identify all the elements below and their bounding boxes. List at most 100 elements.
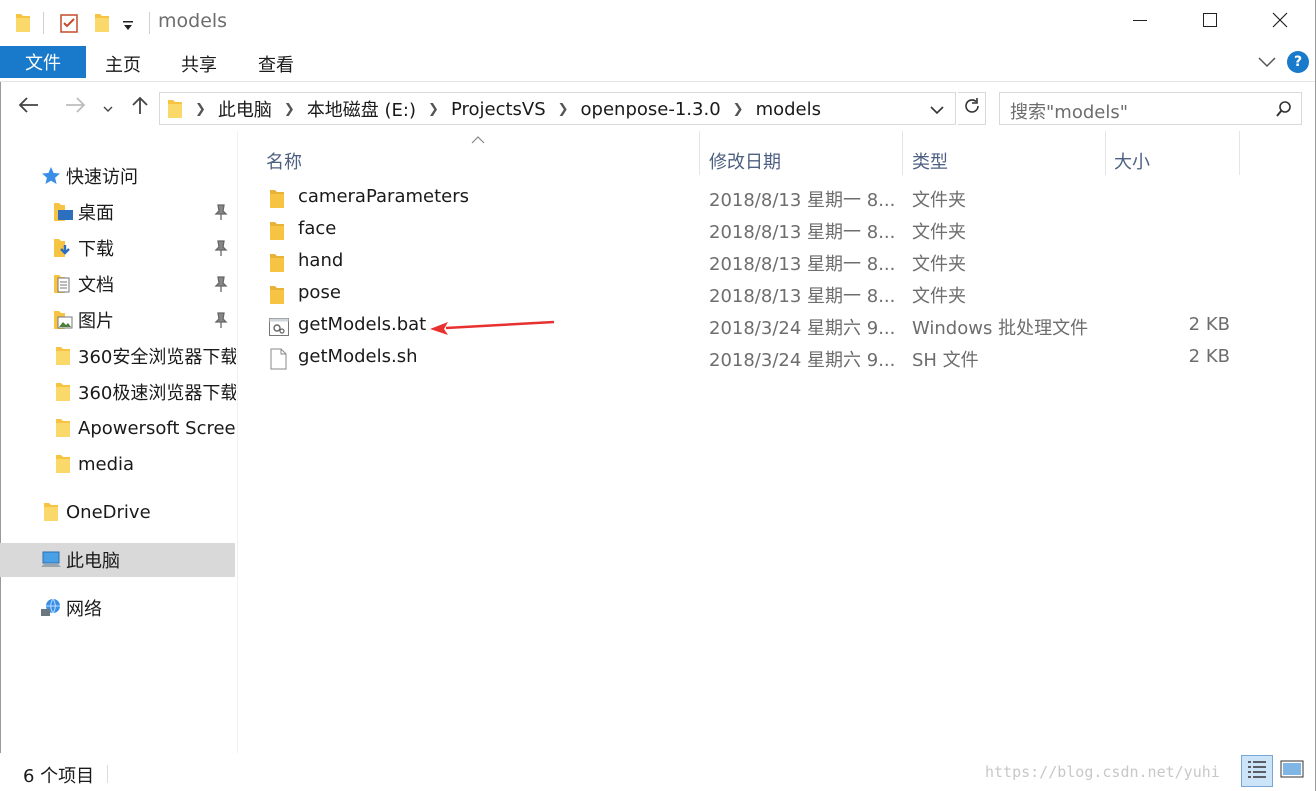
back-button[interactable] — [16, 95, 42, 119]
pin-icon[interactable] — [214, 311, 228, 329]
chevron-right-icon[interactable]: ❯ — [733, 102, 744, 117]
pin-icon[interactable] — [214, 203, 228, 221]
refresh-button[interactable] — [958, 92, 986, 125]
folder-icon — [268, 252, 290, 274]
file-row[interactable]: cameraParameters 2018/8/13 星期一 8... 文件夹 — [262, 183, 1262, 215]
file-name: pose — [298, 282, 341, 303]
large-icons-view-button[interactable] — [1276, 755, 1308, 787]
tab-view[interactable]: 查看 — [258, 51, 294, 77]
annotation-arrow-icon — [428, 318, 556, 343]
computer-icon — [40, 549, 62, 571]
file-row[interactable]: getModels.sh 2018/3/24 星期六 9... SH 文件 2 … — [262, 343, 1262, 375]
column-divider[interactable] — [1239, 131, 1240, 175]
file-type: 文件夹 — [912, 286, 966, 307]
breadcrumb-item[interactable]: models — [756, 99, 821, 120]
file-name: getModels.bat — [298, 314, 427, 335]
breadcrumb-item[interactable]: ProjectsVS — [451, 99, 546, 120]
pin-icon[interactable] — [214, 239, 228, 257]
column-divider[interactable] — [902, 131, 903, 175]
status-separator — [107, 765, 108, 783]
file-list: 名称 修改日期 类型 大小 cameraParameters 2018/8/13… — [238, 131, 1316, 753]
file-row[interactable]: hand 2018/8/13 星期一 8... 文件夹 — [262, 247, 1262, 279]
desktop-folder-icon — [52, 201, 74, 223]
recent-locations-button[interactable] — [98, 95, 118, 119]
file-type: 文件夹 — [912, 190, 966, 211]
file-row[interactable]: face 2018/8/13 星期一 8... 文件夹 — [262, 215, 1262, 247]
search-icon[interactable] — [1275, 100, 1293, 123]
column-header-size[interactable]: 大小 — [1106, 141, 1238, 181]
chevron-right-icon[interactable]: ❯ — [428, 102, 439, 117]
column-header-date[interactable]: 修改日期 — [701, 141, 901, 181]
minimize-button[interactable] — [1105, 0, 1175, 44]
nav-item-this-pc[interactable]: 此电脑 — [0, 543, 235, 577]
file-row[interactable]: pose 2018/8/13 星期一 8... 文件夹 — [262, 279, 1262, 311]
nav-item-recent-2[interactable]: 360极速浏览器下载 — [52, 375, 236, 409]
navigation-bar: ❯ 此电脑 ❯ 本地磁盘 (E:) ❯ ProjectsVS ❯ openpos… — [0, 83, 1316, 131]
star-icon — [40, 165, 62, 187]
nav-item-documents[interactable]: 文档 — [52, 267, 114, 301]
nav-item-downloads[interactable]: 下载 — [52, 231, 114, 265]
nav-item-recent-3[interactable]: Apowersoft Screen — [52, 411, 236, 445]
search-box[interactable]: 搜索"models" — [999, 92, 1302, 125]
help-button[interactable]: ? — [1287, 51, 1309, 73]
breadcrumb-item[interactable]: 此电脑 — [218, 96, 272, 122]
folder-icon — [14, 12, 32, 39]
nav-item-label: 快速访问 — [66, 167, 138, 188]
status-bar: 6 个项目 https://blog.csdn.net/yuhi — [0, 753, 1316, 791]
search-input[interactable]: 搜索"models" — [1010, 98, 1128, 124]
up-button[interactable] — [127, 95, 153, 119]
nav-item-label: 360极速浏览器下载 — [78, 383, 236, 404]
tab-home[interactable]: 主页 — [105, 51, 141, 77]
nav-item-label: media — [78, 453, 135, 475]
close-button[interactable] — [1245, 0, 1315, 44]
customize-toolbar-icon[interactable] — [122, 16, 134, 37]
properties-icon[interactable] — [59, 12, 79, 39]
column-header-type[interactable]: 类型 — [904, 141, 1104, 181]
nav-item-recent-1[interactable]: 360安全浏览器下载 — [52, 339, 236, 373]
file-date: 2018/8/13 星期一 8... — [709, 222, 895, 243]
breadcrumb-item[interactable]: 本地磁盘 (E:) — [307, 96, 416, 122]
nav-item-quick-access[interactable]: 快速访问 — [40, 159, 138, 193]
file-row[interactable]: getModels.bat 2018/3/24 星期六 9... Windows… — [262, 311, 1262, 343]
expand-ribbon-chevron-icon[interactable] — [1256, 52, 1278, 72]
close-icon — [1272, 12, 1288, 33]
refresh-icon — [963, 97, 981, 120]
address-history-chevron-down-icon[interactable] — [930, 99, 944, 120]
details-view-button[interactable] — [1241, 755, 1273, 787]
file-type: SH 文件 — [912, 350, 979, 371]
nav-item-desktop[interactable]: 桌面 — [52, 195, 114, 229]
nav-item-label: 图片 — [78, 311, 114, 332]
nav-item-label: OneDrive — [66, 501, 151, 523]
address-bar[interactable]: ❯ 此电脑 ❯ 本地磁盘 (E:) ❯ ProjectsVS ❯ openpos… — [159, 92, 956, 125]
file-name: cameraParameters — [298, 186, 469, 207]
nav-item-pictures[interactable]: 图片 — [52, 303, 114, 337]
file-date: 2018/8/13 星期一 8... — [709, 254, 895, 275]
file-date: 2018/3/24 星期六 9... — [709, 350, 895, 371]
chevron-right-icon[interactable]: ❯ — [558, 102, 569, 117]
pin-icon[interactable] — [214, 275, 228, 293]
toolbar-separator — [43, 12, 44, 34]
file-date: 2018/8/13 星期一 8... — [709, 190, 895, 211]
folder-icon — [167, 98, 183, 120]
column-header-name[interactable]: 名称 — [258, 141, 699, 181]
file-type: 文件夹 — [912, 222, 966, 243]
nav-item-label: 文档 — [78, 275, 114, 296]
watermark-text: https://blog.csdn.net/yuhi — [985, 763, 1220, 781]
tab-share[interactable]: 共享 — [181, 51, 217, 77]
maximize-button[interactable] — [1175, 0, 1245, 44]
column-divider[interactable] — [699, 131, 700, 175]
nav-item-network[interactable]: 网络 — [40, 591, 102, 625]
folder-icon — [40, 501, 62, 523]
tab-file[interactable]: 文件 — [0, 46, 86, 78]
nav-item-recent-4[interactable]: media — [52, 447, 236, 481]
chevron-right-icon[interactable]: ❯ — [284, 102, 295, 117]
downloads-folder-icon — [52, 237, 74, 259]
nav-item-onedrive[interactable]: OneDrive — [40, 495, 151, 529]
breadcrumb-item[interactable]: openpose-1.3.0 — [581, 99, 721, 120]
file-name: face — [298, 218, 337, 239]
new-folder-icon[interactable] — [93, 12, 111, 39]
large-icons-view-icon — [1280, 759, 1304, 784]
forward-button[interactable] — [62, 95, 88, 119]
title-bar: models — [0, 0, 1316, 46]
chevron-right-icon[interactable]: ❯ — [195, 102, 206, 117]
